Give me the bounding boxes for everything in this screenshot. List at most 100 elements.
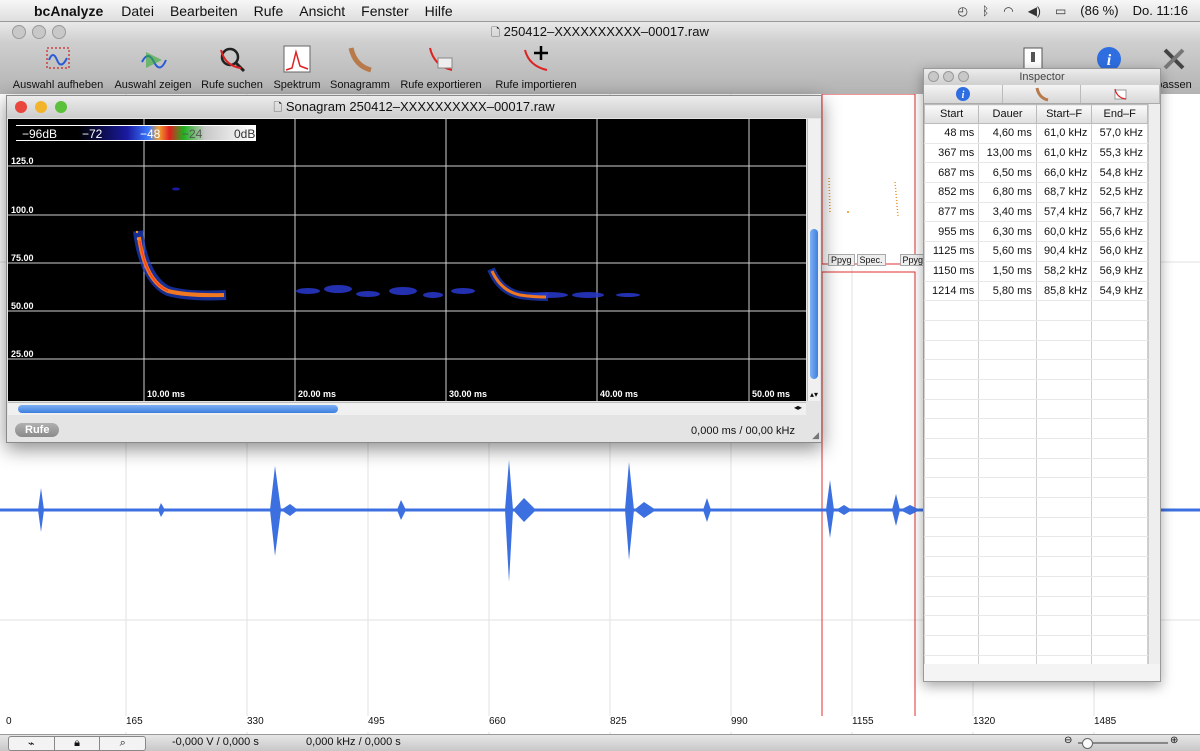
magnifier-icon[interactable]: ⌕ — [100, 737, 145, 750]
column-header-end-f[interactable]: End–F — [1091, 104, 1148, 124]
show-selection-button[interactable]: Auswahl zeigen — [112, 44, 194, 91]
table-row[interactable]: 852 ms 6,80 ms 68,7 kHz 52,5 kHz — [924, 182, 1148, 203]
search-calls-button[interactable]: Rufe suchen — [199, 44, 265, 91]
sonagram-button[interactable]: Sonagramm — [328, 44, 392, 91]
table-row[interactable]: 1125 ms 5,60 ms 90,4 kHz 56,0 kHz — [924, 241, 1148, 262]
export-calls-button[interactable]: Rufe exportieren — [397, 44, 485, 91]
table-row[interactable]: 955 ms 6,30 ms 60,0 kHz 55,6 kHz — [924, 221, 1148, 243]
table-cell — [1091, 477, 1148, 499]
empty-table-row[interactable] — [924, 536, 1148, 558]
empty-table-row[interactable] — [924, 300, 1148, 321]
export-calls-icon — [1114, 88, 1127, 100]
empty-table-row[interactable] — [924, 399, 1148, 420]
empty-table-row[interactable] — [924, 418, 1148, 439]
empty-table-row[interactable] — [924, 458, 1148, 479]
table-cell — [1035, 399, 1093, 420]
empty-table-row[interactable] — [924, 359, 1148, 380]
table-cell — [978, 655, 1037, 664]
inspector-minimize-button[interactable] — [943, 71, 954, 82]
bluetooth-icon[interactable]: ᛒ — [982, 4, 989, 18]
import-calls-button[interactable]: Rufe importieren — [490, 44, 582, 91]
table-cell — [978, 320, 1037, 341]
side-label-ppyg-1[interactable]: Ppyg — [828, 254, 855, 266]
column-header-start-f[interactable]: Start–F — [1035, 104, 1093, 124]
empty-table-row[interactable] — [924, 655, 1148, 664]
sonagram-vertical-scrollbar[interactable]: ▴▾ — [807, 119, 820, 401]
empty-table-row[interactable] — [924, 438, 1148, 459]
menu-hilfe[interactable]: Hilfe — [425, 3, 453, 19]
empty-table-row[interactable] — [924, 477, 1148, 499]
zoom-out-icon[interactable]: ⊖ — [1064, 735, 1072, 746]
table-cell — [1035, 497, 1093, 518]
app-menu[interactable]: bcAnalyze — [34, 3, 103, 19]
table-row[interactable]: 48 ms 4,60 ms 61,0 kHz 57,0 kHz — [924, 123, 1148, 144]
empty-table-row[interactable] — [924, 320, 1148, 341]
waveform-tool-icon[interactable]: ⌁ — [9, 737, 55, 750]
scroll-left-right-icon[interactable]: ◂▸ — [794, 403, 802, 412]
menu-datei[interactable]: Datei — [121, 3, 154, 19]
tab-info[interactable]: i — [924, 85, 1003, 103]
menu-ansicht[interactable]: Ansicht — [299, 3, 345, 19]
empty-table-row[interactable] — [924, 379, 1148, 400]
table-cell — [1091, 340, 1148, 361]
resize-grip-icon[interactable]: ◢ — [812, 430, 819, 441]
table-cell: 55,6 kHz — [1091, 221, 1148, 243]
empty-table-row[interactable] — [924, 596, 1148, 617]
table-cell — [924, 359, 980, 380]
table-cell — [1035, 477, 1093, 499]
column-header-dauer[interactable]: Dauer — [978, 104, 1037, 124]
minimize-button[interactable] — [32, 25, 46, 39]
zoom-slider-knob[interactable] — [1082, 738, 1093, 749]
axis-tick: 495 — [368, 716, 385, 727]
battery-percent[interactable]: (86 %) — [1080, 3, 1118, 18]
side-label-spec[interactable]: Spec. — [856, 254, 886, 266]
table-row[interactable]: 367 ms 13,00 ms 61,0 kHz 55,3 kHz — [924, 143, 1148, 164]
scroll-arrows-icon[interactable]: ▴▾ — [810, 390, 818, 399]
vertical-scroll-thumb[interactable] — [810, 229, 818, 379]
inspector-zoom-button[interactable] — [958, 71, 969, 82]
empty-table-row[interactable] — [924, 556, 1148, 577]
spectrum-button[interactable]: Spektrum — [270, 44, 324, 91]
zoom-slider[interactable]: ⊖ ⊕ — [1064, 735, 1184, 749]
table-row[interactable]: 687 ms 6,50 ms 66,0 kHz 54,8 kHz — [924, 162, 1148, 184]
table-row[interactable]: 1150 ms 1,50 ms 58,2 kHz 56,9 kHz — [924, 261, 1148, 282]
empty-table-row[interactable] — [924, 615, 1148, 636]
table-row[interactable]: 1214 ms 5,80 ms 85,8 kHz 54,9 kHz — [924, 281, 1148, 302]
empty-table-row[interactable] — [924, 517, 1148, 538]
sonagram-minimize-button[interactable] — [35, 101, 47, 113]
menu-bearbeiten[interactable]: Bearbeiten — [170, 3, 238, 19]
table-row[interactable]: 877 ms 3,40 ms 57,4 kHz 56,7 kHz — [924, 202, 1148, 223]
zoom-in-icon[interactable]: ⊕ — [1170, 735, 1178, 746]
empty-table-row[interactable] — [924, 576, 1148, 597]
table-cell: 56,9 kHz — [1091, 261, 1148, 282]
table-cell — [924, 635, 980, 656]
zoom-button[interactable] — [52, 25, 66, 39]
inspector-scrollbar[interactable] — [1148, 104, 1160, 664]
rufe-button[interactable]: Rufe — [15, 423, 60, 437]
menu-fenster[interactable]: Fenster — [361, 3, 408, 19]
sonagram-plot[interactable]: −96dB −72 −48 −24 0dB 125.0 100.0 75.00 … — [8, 119, 806, 401]
empty-table-row[interactable] — [924, 340, 1148, 361]
inspector-panel: Inspector i Start Dauer Start–F End–F 48… — [923, 68, 1161, 682]
deselect-button[interactable]: Auswahl aufheben — [10, 44, 106, 91]
close-button[interactable] — [12, 25, 26, 39]
sonagram-title: Sonagram 250412–XXXXXXXXXX–00017.raw — [285, 99, 555, 114]
inspector-close-button[interactable] — [928, 71, 939, 82]
tab-export[interactable] — [1081, 85, 1161, 103]
tab-sonagram[interactable] — [1002, 85, 1082, 103]
column-header-start[interactable]: Start — [924, 104, 980, 124]
empty-table-row[interactable] — [924, 635, 1148, 656]
empty-table-row[interactable] — [924, 497, 1148, 518]
sonagram-zoom-button[interactable] — [55, 101, 67, 113]
time-machine-icon[interactable]: ◴ — [958, 4, 968, 18]
show-selection-icon — [141, 52, 167, 69]
menu-rufe[interactable]: Rufe — [254, 3, 284, 19]
wifi-icon[interactable]: ◠ — [1003, 4, 1013, 18]
horizontal-scroll-thumb[interactable] — [18, 405, 338, 413]
clock[interactable]: Do. 11:16 — [1133, 3, 1188, 18]
battery-icon[interactable]: ▭ — [1055, 4, 1066, 18]
sonagram-horizontal-scrollbar[interactable]: ◂▸ — [8, 402, 806, 415]
lock-icon[interactable]: 🔒︎ — [55, 737, 101, 750]
sonagram-close-button[interactable] — [15, 101, 27, 113]
volume-icon[interactable]: ◀) — [1028, 4, 1041, 18]
